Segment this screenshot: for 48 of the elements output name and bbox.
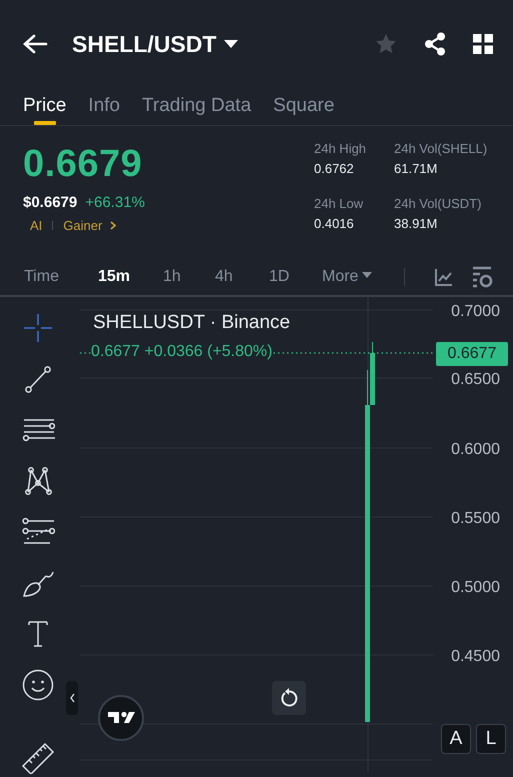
interval-tab[interactable]: Time [24, 264, 59, 288]
stat-value: 0.4016 [314, 214, 355, 233]
axis-label: 0.5000 [451, 578, 500, 596]
interval-tab[interactable]: 4h [215, 264, 233, 288]
chevron-left-icon [70, 692, 74, 702]
interval-tab[interactable]: 1h [163, 264, 181, 288]
interval-tab[interactable]: More [322, 264, 372, 288]
logo-button[interactable] [98, 694, 144, 740]
tag-link[interactable]: Gainer [63, 216, 116, 236]
star-icon[interactable] [375, 33, 397, 55]
stat-value: 0.6762 [314, 160, 355, 178]
logo [108, 712, 134, 723]
stat-value: 61.71M [394, 160, 438, 178]
tab[interactable]: Square [273, 88, 334, 124]
price-tag: 0.6677 [436, 342, 508, 366]
axis-label: 0.6500 [451, 370, 500, 388]
usd-price: $0.6679 [23, 194, 78, 212]
stat-label: 24h Vol(USDT) [394, 194, 482, 213]
tab[interactable]: Trading Data [142, 88, 252, 124]
share-icon[interactable] [424, 32, 446, 56]
grid-icon[interactable] [473, 34, 493, 54]
price-change: +66.31% [85, 194, 145, 212]
scale-button[interactable]: A [441, 724, 471, 754]
stat-label: 24h High [314, 140, 368, 158]
axis-label: 0.6000 [451, 440, 500, 458]
caret-icon [224, 39, 238, 49]
stat-value: 38.91M [394, 214, 438, 233]
emoji-tool[interactable] [20, 668, 54, 702]
tab[interactable]: Info [88, 88, 120, 124]
last-price: 0.6679 [23, 142, 144, 186]
stat-label: 24h Vol(SHELL) [394, 140, 488, 158]
tag-link[interactable]: AI [30, 216, 42, 236]
axis-label: 0.4500 [451, 648, 500, 664]
reset-button[interactable] [272, 680, 306, 714]
chart-symbol: SHELLUSDT · Binance [93, 310, 290, 334]
interval-tab[interactable]: 1D [269, 264, 290, 288]
scale-button[interactable]: L [476, 724, 506, 754]
pair-selector[interactable]: SHELL/USDT [72, 26, 238, 62]
interval-tab[interactable]: 15m [98, 264, 130, 288]
axis-label: 0.5500 [451, 510, 500, 526]
collapse-toolbar-button[interactable] [66, 680, 78, 714]
chart-type-icon[interactable] [435, 268, 453, 286]
tab[interactable]: Price [23, 88, 66, 124]
axis-label: 0.7000 [451, 302, 500, 320]
back-arrow-icon[interactable] [22, 33, 48, 55]
settings-icon[interactable] [471, 266, 493, 288]
stat-label: 24h Low [314, 194, 364, 213]
chevron-icon [110, 221, 116, 230]
